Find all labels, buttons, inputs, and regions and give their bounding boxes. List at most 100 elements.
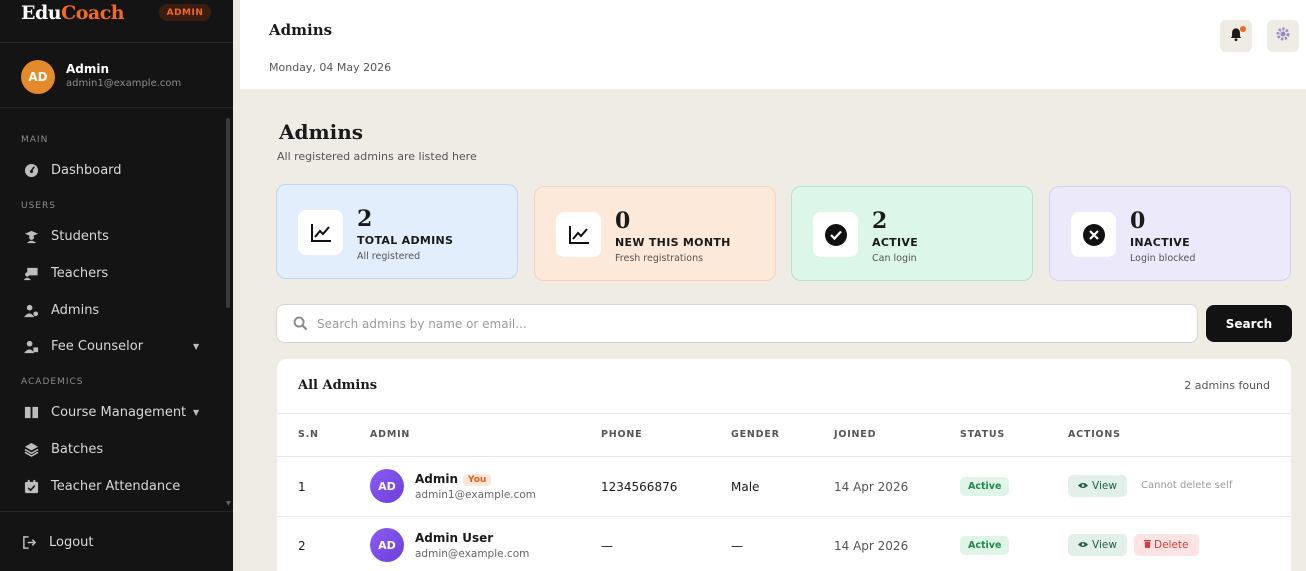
sidebar-item-fee-counselor[interactable]: Fee Counselor ▼ [23,336,199,356]
delete-button[interactable]: Delete [1134,534,1199,556]
section-label-academics: ACADEMICS [21,377,84,387]
admin-email: admin1@example.com [415,489,537,501]
brand-part2: Coach [61,2,125,24]
avatar: AD [370,528,404,562]
admin-gender: — [731,539,743,553]
cannot-delete-note: Cannot delete self [1141,480,1233,491]
admin-name: Admin User [415,531,494,545]
sidebar-item-dashboard[interactable]: Dashboard [23,160,122,180]
divider [277,413,1291,414]
sidebar-item-label: Fee Counselor [51,338,144,354]
settings-button[interactable] [1267,20,1299,52]
sidebar-item-label: Students [51,228,109,244]
stat-value: 0 [1130,208,1146,234]
delete-label: Delete [1154,539,1189,551]
logout-label: Logout [49,534,94,550]
stat-subtitle: Fresh registrations [615,253,704,264]
scroll-down-icon[interactable]: ▼ [226,500,231,507]
sidebar-item-course-management[interactable]: Course Management ▼ [23,402,199,422]
status-badge: Active [960,477,1010,496]
view-button[interactable]: View [1068,475,1127,497]
eye-icon [1078,480,1088,492]
column-header-joined: JOINED [834,429,877,440]
view-button[interactable]: View [1068,534,1127,556]
section-label-users: USERS [21,201,56,211]
search-input[interactable] [317,313,1177,335]
admin-phone: 1234566876 [601,480,678,494]
header-title: Admins [269,21,333,39]
section-label-main: MAIN [21,135,49,145]
student-icon [23,228,39,244]
column-header-gender: GENDER [731,429,780,440]
logout-button[interactable]: Logout [21,532,94,552]
stat-label: NEW THIS MONTH [615,236,731,249]
logout-icon [21,534,37,550]
column-header-status: STATUS [960,429,1006,440]
view-label: View [1092,539,1117,551]
view-label: View [1092,480,1117,492]
calendar-check-icon [23,478,39,494]
stat-value: 2 [357,206,373,232]
admin-name-text: Admin [415,472,459,486]
admin-gender: Male [731,480,760,494]
stat-subtitle: Login blocked [1130,253,1196,264]
book-icon [23,404,39,420]
header-date: Monday, 04 May 2026 [269,61,392,74]
chevron-down-icon[interactable]: ▼ [193,342,199,351]
search-icon [293,316,308,335]
admin-phone: — [601,539,613,553]
user-email: admin1@example.com [66,78,182,89]
notifications-button[interactable] [1220,20,1252,52]
brand-logo[interactable]: EduCoach [21,2,125,24]
stat-label: TOTAL ADMINS [357,234,454,247]
trash-icon [1144,539,1151,551]
stat-subtitle: All registered [357,251,421,262]
stat-value: 2 [872,208,888,234]
stat-label: INACTIVE [1130,236,1190,249]
sidebar-item-label: Teachers [51,265,109,281]
gear-icon [1275,26,1291,46]
teacher-icon [23,265,39,281]
column-header-phone: PHONE [601,429,643,440]
sidebar-item-admins[interactable]: Admins [23,300,99,320]
sidebar-item-label: Batches [51,441,104,457]
stat-card-total-admins: 2 TOTAL ADMINS All registered [276,184,518,279]
table-row: 2 AD Admin User admin@example.com — — 14… [277,517,1291,571]
check-circle-icon [813,212,858,257]
table-title: All Admins [298,378,378,393]
sidebar-scrollbar[interactable] [226,118,230,308]
sidebar-item-label: Course Management [51,404,187,420]
stat-card-new-this-month: 0 NEW THIS MONTH Fresh registrations [534,186,776,281]
column-header-admin: ADMIN [370,429,411,440]
divider [0,42,233,43]
sidebar-item-label: Admins [51,302,100,318]
admin-joined: 14 Apr 2026 [834,480,909,494]
search-bar [276,304,1198,343]
sidebar-item-students[interactable]: Students [23,226,109,246]
admin-name: Admin You [415,472,492,486]
stat-label: ACTIVE [872,236,919,249]
sidebar-item-teacher-attendance[interactable]: Teacher Attendance [23,476,180,496]
status-badge: Active [960,536,1010,555]
eye-icon [1078,539,1088,551]
layers-icon [23,441,39,457]
sidebar-item-batches[interactable]: Batches [23,439,103,459]
divider [0,107,233,108]
stat-card-inactive: 0 INACTIVE Login blocked [1049,186,1291,281]
avatar: AD [370,469,404,503]
chevron-down-icon[interactable]: ▼ [193,408,199,417]
role-badge: ADMIN [159,4,211,21]
brand-part1: Edu [21,2,62,24]
sidebar: EduCoach ADMIN AD Admin admin1@example.c… [0,0,233,571]
row-sn: 2 [298,539,306,553]
sidebar-item-teachers[interactable]: Teachers [23,263,108,283]
stat-card-active: 2 ACTIVE Can login [791,186,1033,281]
x-circle-icon [1071,212,1116,257]
search-button[interactable]: Search [1206,305,1292,342]
trend-icon [556,212,601,257]
page-title: Admins [279,120,364,144]
fee-counselor-icon [23,338,39,354]
avatar: AD [21,60,55,94]
trend-icon [298,210,343,255]
admin-joined: 14 Apr 2026 [834,539,909,553]
